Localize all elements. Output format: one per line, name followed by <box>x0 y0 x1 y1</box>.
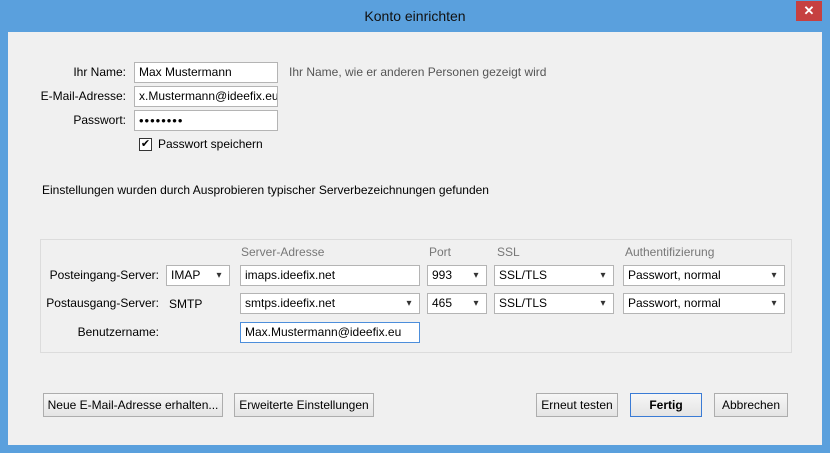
incoming-server-label: Posteingang-Server: <box>49 268 159 282</box>
email-input[interactable]: x.Mustermann@ideefix.eu <box>134 86 278 107</box>
status-message: Einstellungen wurden durch Ausprobieren … <box>42 183 489 197</box>
incoming-port-value: 993 <box>432 268 453 282</box>
outgoing-port-select[interactable]: 465 ▾ <box>427 293 487 314</box>
column-header-port: Port <box>429 245 452 259</box>
incoming-protocol-select[interactable]: IMAP ▾ <box>166 265 230 286</box>
username-input[interactable]: Max.Mustermann@ideefix.eu <box>240 322 420 343</box>
chevron-down-icon: ▾ <box>771 270 777 281</box>
name-hint: Ihr Name, wie er anderen Personen gezeig… <box>289 65 547 79</box>
done-button[interactable]: Fertig <box>630 393 702 417</box>
close-button[interactable]: ✕ <box>796 1 822 21</box>
username-label: Benutzername: <box>77 325 159 339</box>
dialog-window: Konto einrichten ✕ Ihr Name: Max Musterm… <box>0 0 830 453</box>
incoming-auth-value: Passwort, normal <box>628 268 721 282</box>
email-label: E-Mail-Adresse: <box>40 89 126 103</box>
outgoing-protocol: SMTP <box>169 297 203 311</box>
outgoing-server-value: smtps.ideefix.net <box>245 296 336 310</box>
chevron-down-icon: ▾ <box>600 298 606 309</box>
advanced-settings-button[interactable]: Erweiterte Einstellungen <box>234 393 374 417</box>
checkmark-icon: ✔ <box>140 138 151 150</box>
chevron-down-icon: ▾ <box>406 298 412 309</box>
chevron-down-icon: ▾ <box>771 298 777 309</box>
incoming-ssl-value: SSL/TLS <box>499 268 548 282</box>
name-input[interactable]: Max Mustermann <box>134 62 278 83</box>
incoming-server-input[interactable]: imaps.ideefix.net <box>240 265 420 286</box>
dialog-body: Ihr Name: Max Mustermann Ihr Name, wie e… <box>8 32 822 445</box>
remember-password-checkbox[interactable]: ✔ <box>139 138 152 151</box>
incoming-protocol-value: IMAP <box>171 268 201 282</box>
outgoing-server-select[interactable]: smtps.ideefix.net ▾ <box>240 293 420 314</box>
password-label: Passwort: <box>73 113 126 127</box>
outgoing-ssl-select[interactable]: SSL/TLS ▾ <box>494 293 614 314</box>
retest-button[interactable]: Erneut testen <box>536 393 618 417</box>
column-header-server: Server-Adresse <box>241 245 325 259</box>
remember-password-label[interactable]: Passwort speichern <box>158 134 263 154</box>
name-label: Ihr Name: <box>73 65 126 79</box>
outgoing-auth-select[interactable]: Passwort, normal ▾ <box>623 293 785 314</box>
incoming-port-select[interactable]: 993 ▾ <box>427 265 487 286</box>
outgoing-server-label: Postausgang-Server: <box>46 296 159 310</box>
outgoing-port-value: 465 <box>432 296 453 310</box>
close-icon: ✕ <box>803 3 815 18</box>
password-input[interactable]: •••••••• <box>134 110 278 131</box>
chevron-down-icon: ▾ <box>473 270 479 281</box>
server-settings-panel: Server-Adresse Port SSL Authentifizierun… <box>40 239 792 353</box>
incoming-auth-select[interactable]: Passwort, normal ▾ <box>623 265 785 286</box>
new-email-address-button[interactable]: Neue E-Mail-Adresse erhalten... <box>43 393 223 417</box>
outgoing-auth-value: Passwort, normal <box>628 296 721 310</box>
title-bar[interactable]: Konto einrichten ✕ <box>0 0 830 32</box>
outgoing-ssl-value: SSL/TLS <box>499 296 548 310</box>
cancel-button[interactable]: Abbrechen <box>714 393 788 417</box>
column-header-ssl: SSL <box>497 245 520 259</box>
chevron-down-icon: ▾ <box>473 298 479 309</box>
window-title: Konto einrichten <box>364 8 466 24</box>
incoming-ssl-select[interactable]: SSL/TLS ▾ <box>494 265 614 286</box>
chevron-down-icon: ▾ <box>216 270 222 281</box>
chevron-down-icon: ▾ <box>600 270 606 281</box>
column-header-auth: Authentifizierung <box>625 245 715 259</box>
